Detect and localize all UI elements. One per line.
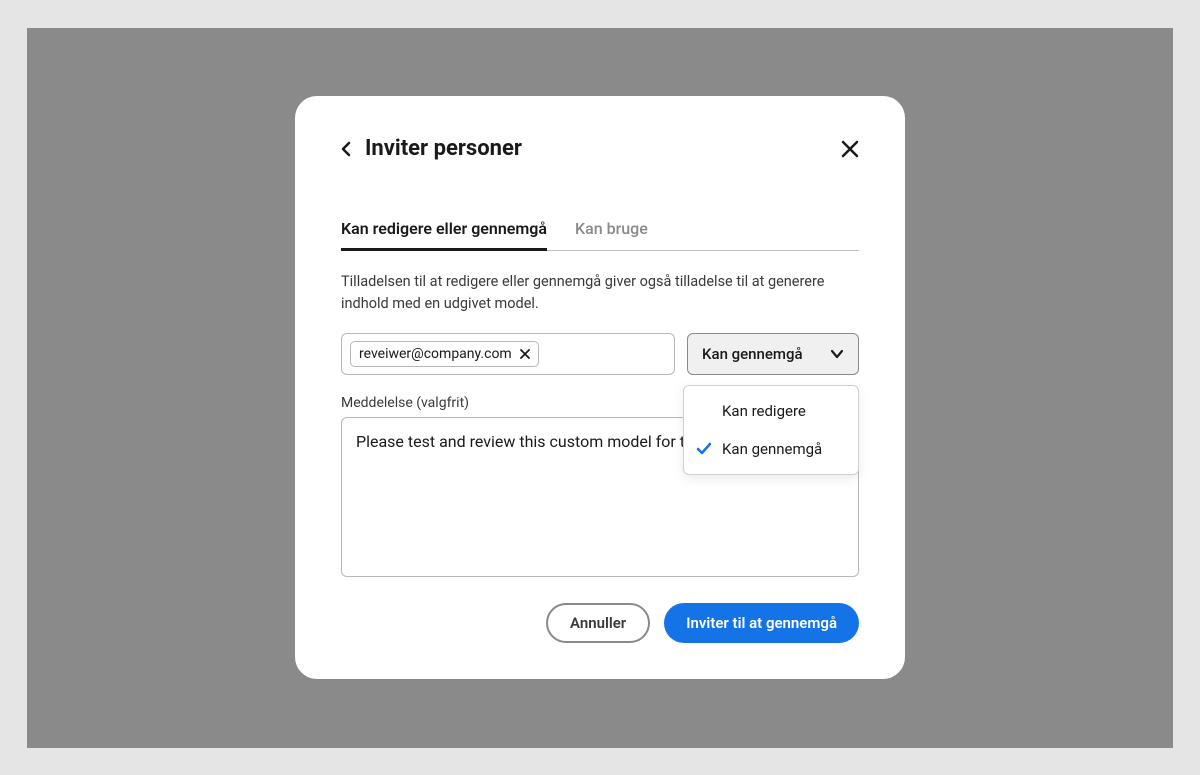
email-chip: reveiwer@company.com [350, 341, 539, 367]
permission-select[interactable]: Kan gennemgå [687, 333, 859, 375]
chevron-down-icon [830, 349, 844, 359]
cancel-button[interactable]: Annuller [546, 603, 650, 643]
email-chip-text: reveiwer@company.com [359, 346, 512, 362]
input-row: reveiwer@company.com Kan gennemgå Kan re… [341, 333, 859, 375]
chip-remove-icon[interactable] [520, 349, 530, 359]
dropdown-option-edit[interactable]: Kan redigere [684, 392, 858, 430]
permission-description: Tilladelsen til at redigere eller gennem… [341, 271, 859, 315]
backdrop: Inviter personer Kan redigere eller genn… [27, 28, 1173, 748]
dropdown-option-review[interactable]: Kan gennemgå [684, 430, 858, 468]
tab-can-use[interactable]: Kan bruge [575, 219, 648, 250]
dialog-header: Inviter personer [341, 136, 859, 161]
tab-edit-review[interactable]: Kan redigere eller gennemgå [341, 219, 547, 250]
permission-dropdown: Kan redigere Kan gennemgå [683, 385, 859, 475]
close-icon[interactable] [841, 140, 859, 158]
tabs-container: Kan redigere eller gennemgå Kan bruge [341, 219, 859, 251]
dropdown-option-label: Kan gennemgå [722, 440, 822, 458]
dialog-title: Inviter personer [365, 136, 522, 161]
dropdown-option-label: Kan redigere [722, 402, 806, 420]
permission-select-label: Kan gennemgå [702, 345, 803, 363]
email-input[interactable]: reveiwer@company.com [341, 333, 675, 375]
invite-dialog: Inviter personer Kan redigere eller genn… [295, 96, 905, 679]
back-icon[interactable] [341, 141, 351, 157]
dialog-footer: Annuller Inviter til at gennemgå [341, 603, 859, 643]
invite-button[interactable]: Inviter til at gennemgå [664, 603, 859, 643]
dialog-header-left: Inviter personer [341, 136, 522, 161]
check-icon [696, 442, 712, 456]
